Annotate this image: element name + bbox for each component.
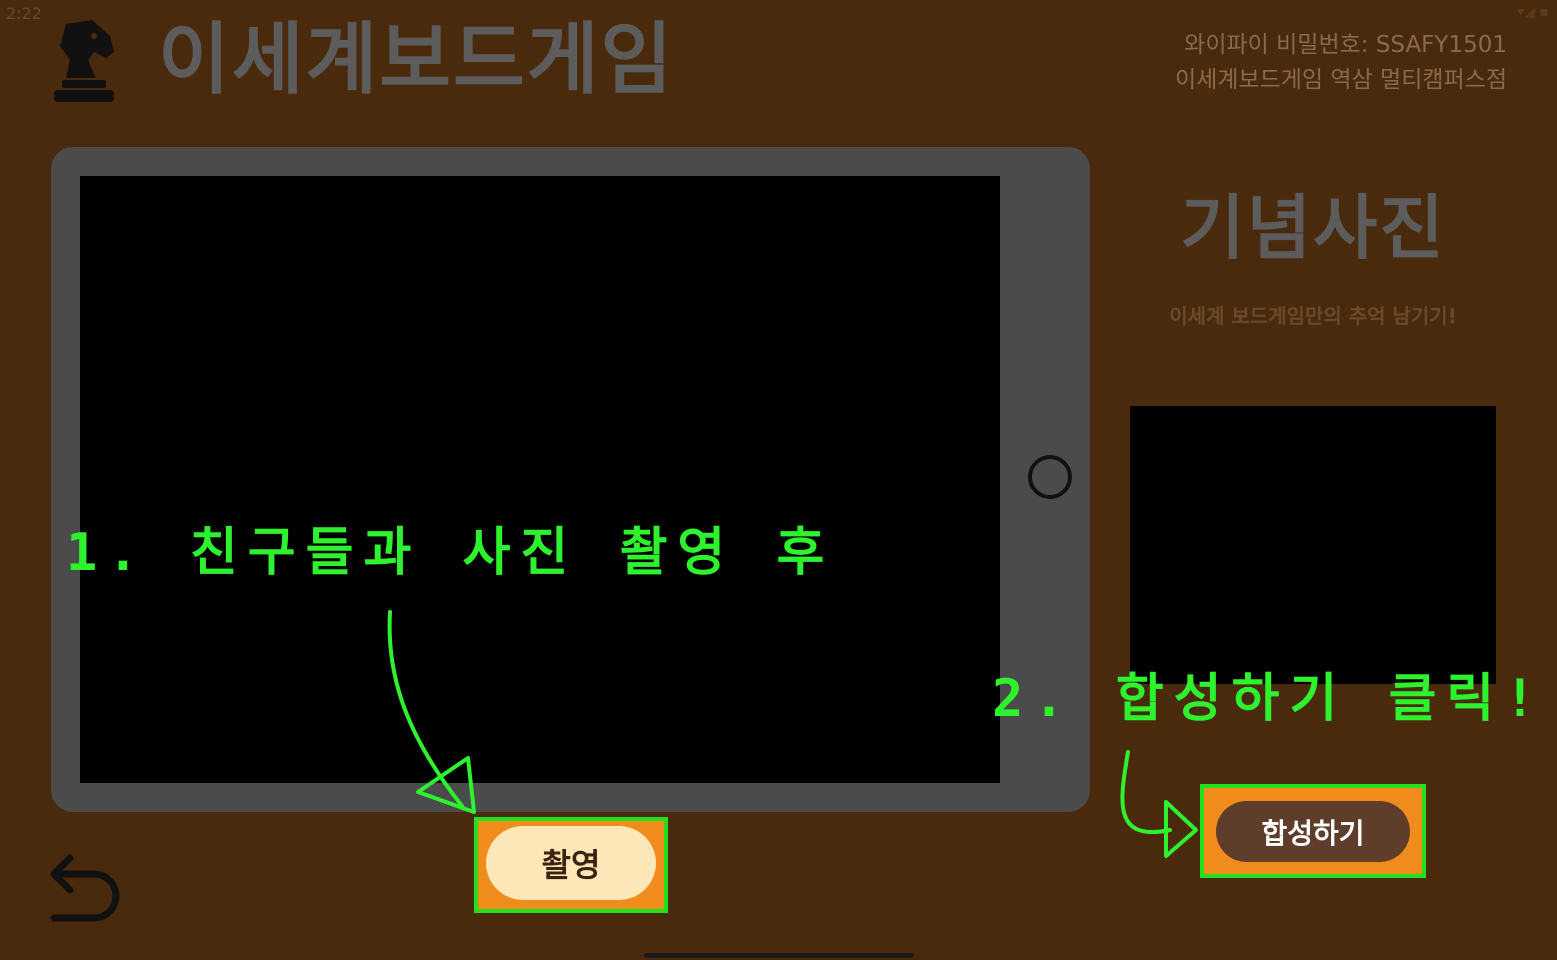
arrow-to-compose [1120,750,1172,834]
arrow-to-shoot [387,610,464,808]
navigation-bar [644,953,914,958]
annotation-arrows [387,610,1198,858]
